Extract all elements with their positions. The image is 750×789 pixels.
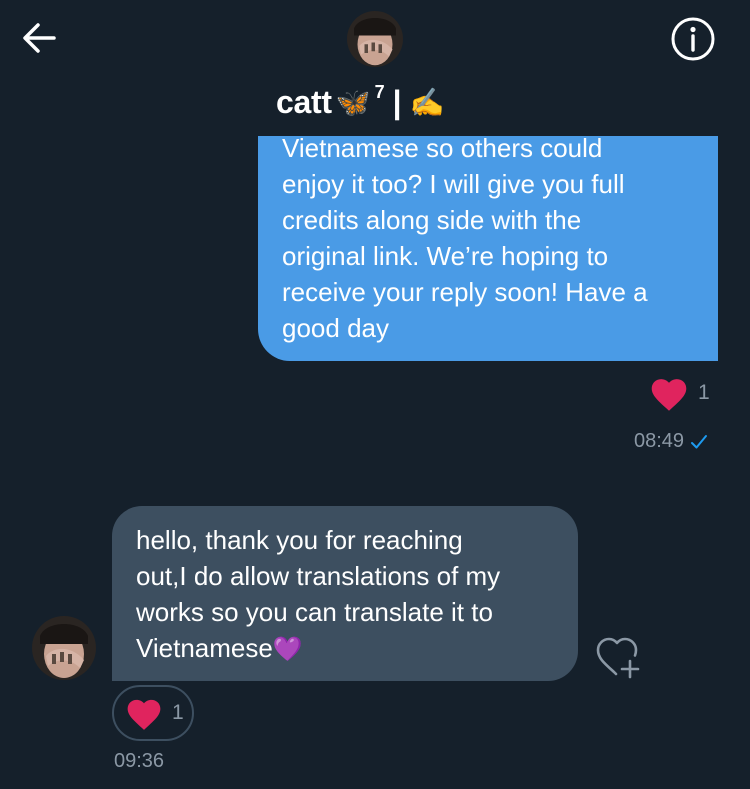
- incoming-message-text: hello, thank you for reaching out,I do a…: [136, 522, 566, 668]
- purple-heart-emoji: 💜: [272, 636, 303, 663]
- reaction-count: 1: [172, 701, 184, 724]
- butterfly-emoji: 🦋: [335, 86, 371, 118]
- info-icon: [671, 17, 715, 61]
- conversation-info-button[interactable]: [664, 10, 722, 68]
- outgoing-message-bubble[interactable]: Vietnamese so others could enjoy it too?…: [258, 100, 718, 361]
- message-timestamp: 08:49: [634, 430, 685, 452]
- sender-avatar[interactable]: [32, 616, 96, 680]
- contact-name-row[interactable]: catt 🦋 7 | ✍️: [276, 80, 444, 124]
- avatar-image: [347, 11, 403, 67]
- contact-avatar[interactable]: [347, 11, 403, 67]
- heart-plus-icon: [596, 637, 640, 679]
- outgoing-reaction[interactable]: 1: [648, 374, 710, 412]
- add-reaction-button[interactable]: [594, 634, 642, 682]
- checkmark-icon: [691, 434, 708, 448]
- back-arrow-icon: [23, 23, 56, 53]
- outgoing-message-meta: 08:49: [634, 430, 708, 453]
- incoming-reaction[interactable]: 1: [112, 685, 194, 741]
- back-button[interactable]: [18, 18, 64, 58]
- incoming-message-body: hello, thank you for reaching out,I do a…: [136, 525, 501, 663]
- conversation-header: catt 🦋 7 | ✍️: [0, 0, 750, 136]
- name-separator: |: [392, 83, 402, 120]
- outgoing-message-text: Vietnamese so others could enjoy it too?…: [282, 133, 648, 343]
- avatar-image: [32, 616, 96, 680]
- writing-hand-emoji: ✍️: [409, 86, 445, 118]
- reaction-count: 1: [698, 381, 710, 404]
- contact-name: catt: [276, 83, 332, 120]
- heart-icon: [651, 379, 687, 411]
- name-superscript: 7: [374, 81, 385, 102]
- incoming-message-bubble[interactable]: hello, thank you for reaching out,I do a…: [112, 506, 578, 681]
- message-timestamp: 09:36: [114, 750, 165, 772]
- heart-icon: [127, 699, 161, 730]
